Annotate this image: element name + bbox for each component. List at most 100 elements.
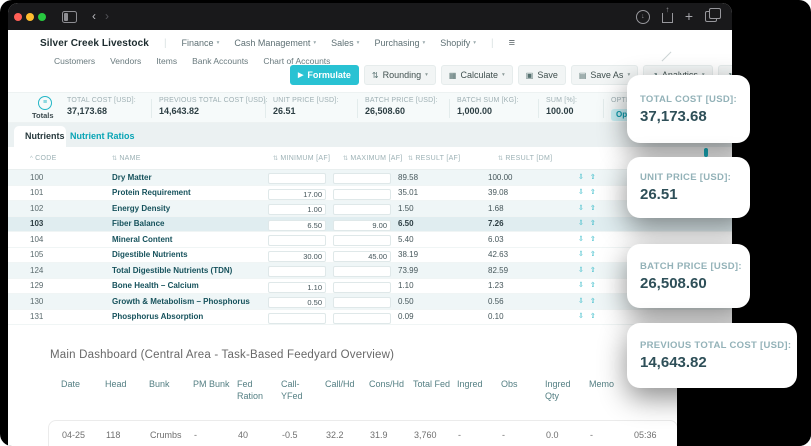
row-upload-icon[interactable]: ⇧ — [590, 313, 596, 320]
table-row-131[interactable]: 131Phosphorus Absorption0.090.10⇩⇧ — [8, 310, 732, 326]
sort-icon: ⇅ — [343, 156, 348, 162]
dash-cell-4: 40 — [238, 430, 282, 440]
cell-result-dm: 1.23 — [488, 281, 578, 290]
row-upload-icon[interactable]: ⇧ — [590, 298, 596, 305]
min-input-101[interactable] — [268, 189, 326, 200]
cell-result-dm: 7.26 — [488, 219, 578, 228]
row-upload-icon[interactable]: ⇧ — [590, 282, 596, 289]
cell-code: 105 — [30, 250, 112, 259]
max-input-130[interactable] — [333, 297, 391, 308]
menu-label: Sales — [331, 38, 354, 48]
column-header-label: CODE — [35, 155, 56, 162]
dash-col-pm-bunk: PM Bunk — [193, 378, 237, 402]
dash-cell-0: 04-25 — [62, 430, 106, 440]
max-input-103[interactable] — [333, 220, 391, 231]
callout-card-label: TOTAL COST [USD]: — [640, 94, 750, 105]
max-input-100[interactable] — [333, 173, 391, 184]
column-header-result-af[interactable]: ⇅RESULT [AF] — [408, 155, 498, 162]
max-input-104[interactable] — [333, 235, 391, 246]
row-actions: ⇩⇧ — [578, 205, 596, 212]
max-input-101[interactable] — [333, 189, 391, 200]
row-download-icon[interactable]: ⇩ — [578, 298, 584, 305]
totals-icon: ≡ — [38, 96, 52, 110]
callout-card-unit-price-usd: UNIT PRICE [USD]:26.51 — [627, 157, 750, 218]
cell-result-dm: 82.59 — [488, 266, 578, 275]
row-download-icon[interactable]: ⇩ — [578, 282, 584, 289]
row-download-icon[interactable]: ⇩ — [578, 174, 584, 181]
min-input-129[interactable] — [268, 282, 326, 293]
max-input-131[interactable] — [333, 313, 391, 324]
row-upload-icon[interactable]: ⇧ — [590, 220, 596, 227]
column-header-minimum-af[interactable]: ⇅MINIMUM [AF] — [268, 155, 338, 162]
row-upload-icon[interactable]: ⇧ — [590, 251, 596, 258]
menu-finance[interactable]: Finance▾ — [182, 38, 220, 48]
subnav-item-vendors[interactable]: Vendors — [110, 56, 141, 66]
dash-cell-10: - — [502, 430, 546, 440]
row-upload-icon[interactable]: ⇧ — [590, 267, 596, 274]
downloads-icon[interactable]: ↓ — [636, 10, 650, 24]
row-upload-icon[interactable]: ⇧ — [590, 205, 596, 212]
button-label: Save — [537, 70, 558, 80]
cell-code: 104 — [30, 235, 112, 244]
cell-result-af: 89.58 — [398, 173, 488, 182]
max-input-124[interactable] — [333, 266, 391, 277]
row-upload-icon[interactable]: ⇧ — [590, 174, 596, 181]
tab-nutrient-ratios[interactable]: Nutrient Ratios — [70, 131, 135, 141]
row-upload-icon[interactable]: ⇧ — [590, 236, 596, 243]
chevron-down-icon: ▾ — [313, 40, 316, 46]
rounding-icon: ⇅ — [372, 71, 379, 80]
totals-separator — [603, 99, 604, 118]
min-input-124[interactable] — [268, 266, 326, 277]
save-button[interactable]: ▣Save — [518, 65, 566, 85]
row-download-icon[interactable]: ⇩ — [578, 251, 584, 258]
row-download-icon[interactable]: ⇩ — [578, 267, 584, 274]
new-tab-icon[interactable]: + — [685, 3, 693, 30]
share-icon[interactable]: ↑ — [662, 13, 673, 23]
row-download-icon[interactable]: ⇩ — [578, 220, 584, 227]
hamburger-menu-icon[interactable]: ≡ — [509, 37, 515, 49]
main-menu: Finance▾Cash Management▾Sales▾Purchasing… — [182, 38, 476, 48]
total-item-previous-total-cost-usd: PREVIOUS TOTAL COST [USD]:14,643.82 — [159, 97, 268, 116]
min-input-104[interactable] — [268, 235, 326, 246]
menu-cash-management[interactable]: Cash Management▾ — [234, 38, 316, 48]
min-input-105[interactable] — [268, 251, 326, 262]
min-input-130[interactable] — [268, 297, 326, 308]
max-input-105[interactable] — [333, 251, 391, 262]
maximize-window-button[interactable] — [38, 13, 46, 21]
max-input-102[interactable] — [333, 204, 391, 215]
dash-cell-1: 118 — [106, 430, 150, 440]
formulate-button[interactable]: ▶Formulate — [290, 65, 359, 85]
rounding-button[interactable]: ⇅Rounding▾ — [364, 65, 436, 85]
row-download-icon[interactable]: ⇩ — [578, 236, 584, 243]
menu-sales[interactable]: Sales▾ — [331, 38, 359, 48]
min-input-131[interactable] — [268, 313, 326, 324]
column-header-name[interactable]: ⇅NAME — [112, 155, 268, 162]
row-download-icon[interactable]: ⇩ — [578, 313, 584, 320]
tab-overview-icon[interactable] — [705, 11, 717, 22]
min-input-100[interactable] — [268, 173, 326, 184]
minimize-window-button[interactable] — [26, 13, 34, 21]
column-header-result-dm[interactable]: ⇅RESULT [DM] — [498, 155, 588, 162]
column-header-maximum-af[interactable]: ⇅MAXIMUM [AF] — [338, 155, 408, 162]
max-input-129[interactable] — [333, 282, 391, 293]
row-upload-icon[interactable]: ⇧ — [590, 189, 596, 196]
subnav-item-items[interactable]: Items — [156, 56, 177, 66]
min-input-102[interactable] — [268, 204, 326, 215]
min-input-103[interactable] — [268, 220, 326, 231]
row-download-icon[interactable]: ⇩ — [578, 189, 584, 196]
expand-icon[interactable] — [660, 51, 672, 63]
dashboard-table-row[interactable]: 04-25118Crumbs-40-0.532.231.93,760--0.0-… — [62, 430, 678, 440]
column-header-code[interactable]: ^CODE — [30, 155, 112, 162]
sidebar-toggle-icon[interactable] — [62, 11, 77, 23]
row-download-icon[interactable]: ⇩ — [578, 205, 584, 212]
forward-icon[interactable]: › — [105, 3, 109, 30]
menu-purchasing[interactable]: Purchasing▾ — [374, 38, 425, 48]
close-window-button[interactable] — [14, 13, 22, 21]
calculate-button[interactable]: ▦Calculate▾ — [441, 65, 513, 85]
tab-nutrients[interactable]: Nutrients — [25, 131, 65, 141]
menu-shopify[interactable]: Shopify▾ — [440, 38, 476, 48]
back-icon[interactable]: ‹ — [92, 3, 96, 30]
subnav-item-bank-accounts[interactable]: Bank Accounts — [192, 56, 248, 66]
subnav-item-customers[interactable]: Customers — [54, 56, 95, 66]
column-header-label: RESULT [DM] — [505, 155, 552, 162]
